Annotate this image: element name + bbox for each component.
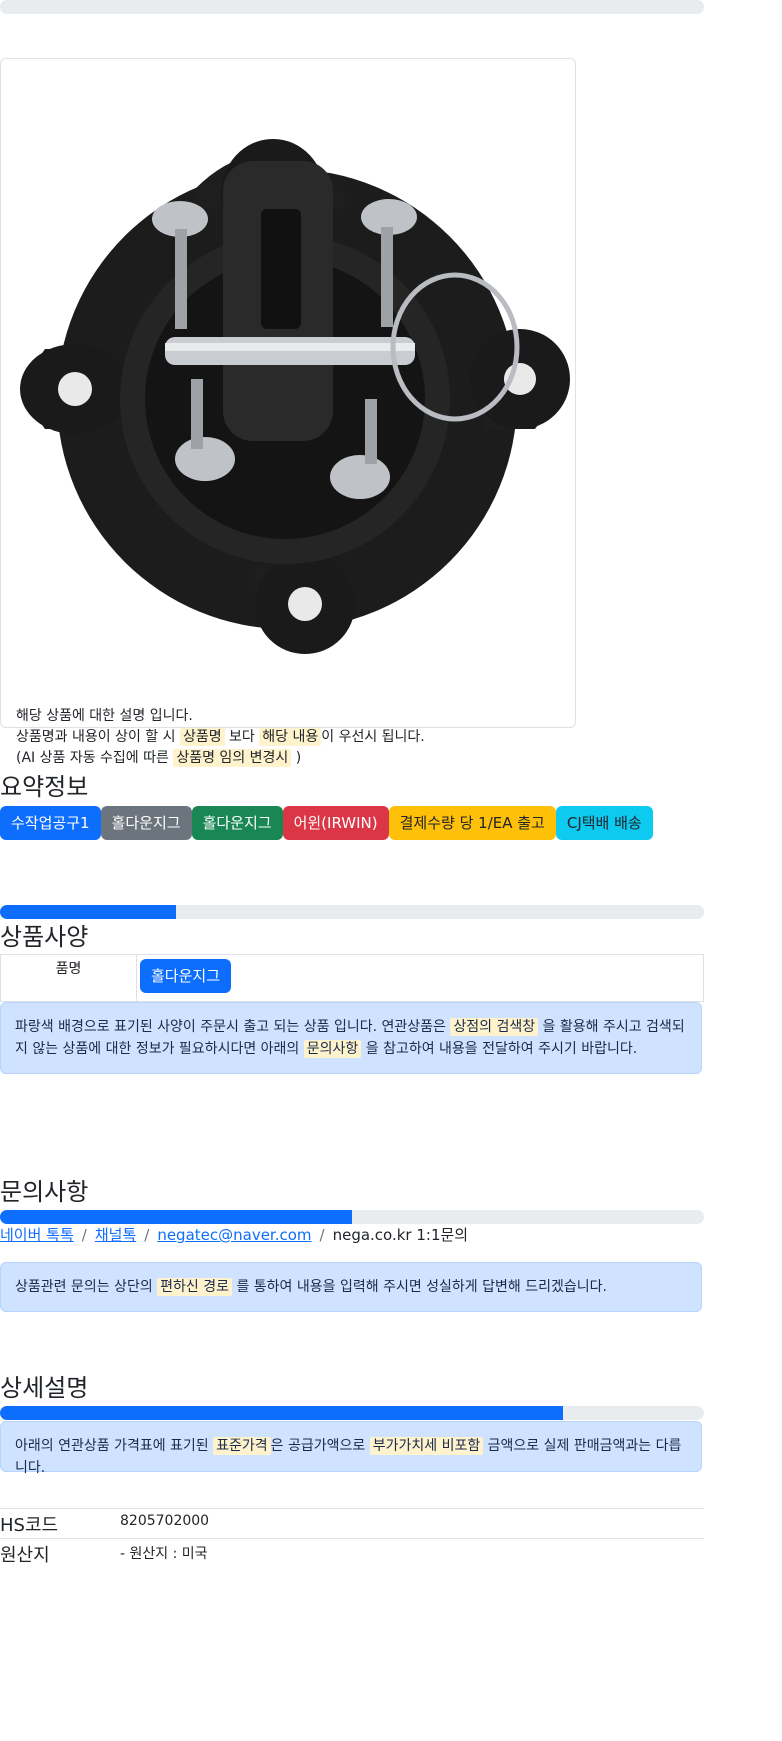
notice-text: 상품관련 문의는 상단의: [15, 1279, 158, 1295]
spec-table-border: [703, 955, 704, 1001]
breadcrumb-separator: /: [81, 1226, 87, 1244]
inquiry-links: 네이버 톡톡 / 채널톡 / negatec@naver.com / nega.co.kr …: [0, 1224, 468, 1245]
description-text: ): [291, 750, 302, 766]
breadcrumb-separator: /: [144, 1226, 150, 1244]
inquiry-notice: 상품관련 문의는 상단의 편하신 경로 를 통하여 내용을 입력해 주시면 성실…: [0, 1262, 702, 1312]
product-image: [20, 139, 570, 654]
email-link[interactable]: negatec@naver.com: [157, 1226, 311, 1244]
highlight-vat-excluded: 부가가치세 비포함: [369, 1437, 484, 1455]
notice-text: 을 참고하여 내용을 전달하여 주시기 바랍니다.: [361, 1041, 638, 1057]
spec-table: 품명 홀다운지그: [0, 954, 704, 1002]
detail-notice: 아래의 연관상품 가격표에 표기된 표준가격 은 공급가액으로 부가가치세 비포함…: [0, 1421, 702, 1476]
detail-notice-text: 아래의 연관상품 가격표에 표기된 표준가격 은 공급가액으로 부가가치세 비포함…: [1, 1435, 701, 1479]
description-text: 해당 상품에 대한 설명 입니다.: [16, 708, 193, 724]
tag-product-type[interactable]: 홀다운지그: [100, 806, 192, 840]
description-line-3: (AI 상품 자동 수집에 따른 상품명 임의 변경시 ): [16, 748, 425, 769]
highlight-preferred-route: 편하신 경로: [157, 1278, 233, 1296]
tag-shipping-quantity[interactable]: 결제수량 당 1/EA 출고: [388, 806, 556, 840]
info-row-hs-code: HS코드 8205702000: [0, 1508, 704, 1539]
highlight-inquiry: 문의사항: [303, 1040, 362, 1058]
inquiry-progress-bar: [0, 1210, 704, 1224]
description-line-1: 해당 상품에 대한 설명 입니다.: [16, 706, 425, 727]
notice-text: 아래의 연관상품 가격표에 표기된: [15, 1438, 214, 1454]
highlight-search-box: 상점의 검색창: [450, 1018, 539, 1036]
spec-notice: 파랑색 배경으로 표기된 사양이 주문시 출고 되는 상품 입니다. 연관상품은…: [0, 1002, 702, 1074]
inquiry-notice-text: 상품관련 문의는 상단의 편하신 경로 를 통하여 내용을 입력해 주시면 성실…: [1, 1276, 701, 1298]
notice-text: 은 공급가액으로: [270, 1438, 370, 1454]
detail-progress-bar: [0, 1406, 704, 1420]
tag-brand[interactable]: 어윈(IRWIN): [282, 806, 389, 840]
inquiry-progress-fill: [0, 1210, 352, 1224]
inquiry-heading: 문의사항: [0, 1178, 89, 1206]
spec-progress-bar: [0, 905, 704, 919]
tag-product-name[interactable]: 홀다운지그: [191, 806, 283, 840]
description-line-2: 상품명과 내용이 상이 할 시 상품명 보다 해당 내용 이 우선시 됩니다.: [16, 727, 425, 748]
site-inquiry-text: nega.co.kr 1:1문의: [332, 1226, 469, 1244]
info-key: HS코드: [0, 1515, 59, 1536]
description-text: (AI 상품 자동 수집에 따른: [16, 750, 174, 766]
breadcrumb-separator: /: [319, 1226, 325, 1244]
summary-heading: 요약정보: [0, 773, 89, 801]
detail-progress-fill: [0, 1406, 564, 1420]
spec-heading: 상품사양: [0, 923, 89, 951]
summary-tags: 수작업공구1 홀다운지그 홀다운지그 어윈(IRWIN) 결제수량 당 1/EA…: [0, 806, 653, 840]
tag-category[interactable]: 수작업공구1: [0, 806, 101, 840]
highlight-name-change: 상품명 임의 변경시: [173, 749, 292, 767]
product-card: 해당 상품에 대한 설명 입니다. 상품명과 내용이 상이 할 시 상품명 보다…: [0, 58, 576, 767]
description-text: 상품명과 내용이 상이 할 시: [16, 729, 180, 745]
highlight-product-name: 상품명: [179, 728, 225, 746]
highlight-standard-price: 표준가격: [213, 1437, 271, 1455]
info-row-origin: 원산지 - 원산지 : 미국: [0, 1538, 704, 1569]
spec-value-button[interactable]: 홀다운지그: [140, 959, 232, 993]
notice-text: 를 통하여 내용을 입력해 주시면 성실하게 답변해 드리겠습니다.: [232, 1279, 607, 1295]
description-text: 보다: [224, 729, 260, 745]
info-value: - 원산지 : 미국: [120, 1546, 208, 1562]
info-key: 원산지: [0, 1545, 50, 1566]
channel-talk-link[interactable]: 채널톡: [95, 1226, 136, 1244]
info-value: 8205702000: [120, 1513, 210, 1529]
tag-delivery[interactable]: CJ택배 배송: [555, 806, 653, 840]
notice-text: 파랑색 배경으로 표기된 사양이 주문시 출고 되는 상품 입니다. 연관상품은: [15, 1019, 451, 1035]
highlight-content: 해당 내용: [259, 728, 322, 746]
spec-key-name: 품명: [0, 955, 137, 1001]
spec-notice-text: 파랑색 배경으로 표기된 사양이 주문시 출고 되는 상품 입니다. 연관상품은…: [1, 1016, 701, 1060]
description-text: 이 우선시 됩니다.: [321, 729, 425, 745]
top-progress-bar: [0, 0, 704, 14]
detail-heading: 상세설명: [0, 1374, 89, 1402]
product-description: 해당 상품에 대한 설명 입니다. 상품명과 내용이 상이 할 시 상품명 보다…: [16, 706, 425, 769]
naver-talk-link[interactable]: 네이버 톡톡: [0, 1226, 74, 1244]
